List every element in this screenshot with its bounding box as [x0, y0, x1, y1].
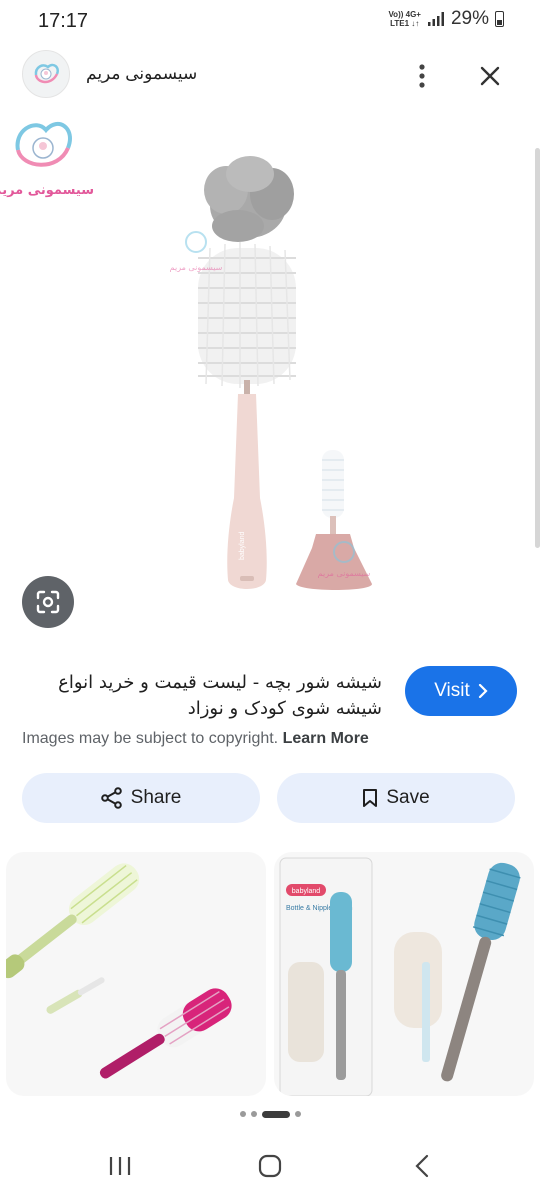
status-bar: 17:17 Vo)) 4G+ LTE1 ↓↑ 29% [0, 0, 540, 40]
pager-dot[interactable] [250, 1111, 257, 1117]
recents-icon [109, 1157, 131, 1175]
scrollbar[interactable] [535, 148, 540, 548]
network-label-top: Vo)) 4G+ [388, 10, 421, 19]
bookmark-icon [363, 789, 378, 807]
battery-icon [495, 11, 504, 27]
result-title[interactable]: شیشه شور بچه - لیست قیمت و خرید انواع شی… [22, 670, 382, 722]
visit-button[interactable]: Visit [405, 666, 517, 716]
brush-handle [227, 394, 267, 589]
image-watermark-1: سیسمونی مریم [170, 231, 223, 272]
related-image-1[interactable] [6, 852, 266, 1096]
image-pager [0, 1108, 540, 1120]
main-image[interactable]: سیسمونی مریم babyland سیسمونی مریم سیسمو… [0, 108, 540, 648]
close-icon [480, 66, 500, 86]
pager-dot[interactable] [239, 1111, 246, 1117]
brush-stem [244, 380, 250, 394]
more-options-button[interactable] [404, 58, 440, 94]
save-button[interactable]: Save [277, 773, 515, 823]
status-time: 17:17 [38, 10, 89, 32]
back-chevron-icon [415, 1154, 429, 1178]
save-label: Save [386, 787, 430, 808]
signal-icon [427, 12, 444, 26]
lens-search-button[interactable] [22, 576, 74, 628]
screen: 17:17 Vo)) 4G+ LTE1 ↓↑ 29% سیسمونی مریم … [0, 0, 540, 1200]
home-button[interactable] [250, 1151, 290, 1181]
pager-dot[interactable] [294, 1111, 301, 1117]
copyright-text: Images may be subject to copyright. [22, 730, 279, 747]
related-images: babyland Bottle & Nipple Brush [6, 852, 534, 1096]
related-image-2[interactable]: babyland Bottle & Nipple Brush [274, 852, 534, 1096]
home-icon [258, 1154, 282, 1178]
image-watermark-text-1: سیسمونی مریم [170, 263, 223, 272]
share-label: Share [130, 787, 182, 808]
image-watermark-text-2: سیسمونی مریم [318, 569, 371, 578]
network-label: Vo)) 4G+ LTE1 ↓↑ [388, 10, 421, 28]
related-brushes-image [6, 863, 232, 1079]
system-nav-bar [0, 1135, 540, 1200]
site-name[interactable]: سیسمونی مریم [86, 64, 197, 84]
copyright-notice: Images may be subject to copyright. Lear… [22, 730, 369, 748]
bottle-brush-image: سیسمونی مریم babyland سیسمونی مریم سیسمو… [0, 122, 372, 590]
pager-dot-active[interactable] [261, 1110, 290, 1118]
site-favicon[interactable] [22, 50, 70, 98]
handle-hole [240, 576, 254, 581]
result-header: سیسمونی مریم [0, 44, 540, 104]
share-button[interactable]: Share [22, 773, 260, 823]
recents-button[interactable] [100, 1151, 140, 1181]
related-package-image: babyland Bottle & Nipple Brush [279, 857, 521, 1096]
brush-handle-text: babyland [239, 531, 246, 560]
chevron-right-icon [478, 684, 488, 698]
sponge [204, 156, 294, 242]
lens-icon [36, 590, 60, 614]
battery-percent: 29% [450, 8, 489, 29]
site-logo-icon [34, 63, 59, 84]
close-button[interactable] [470, 56, 510, 96]
share-icon [100, 787, 122, 809]
watermark-logo-text: سیسمونی مریم [0, 183, 94, 198]
watermark-logo: سیسمونی مریم [0, 122, 94, 198]
visit-label: Visit [434, 680, 470, 701]
back-button[interactable] [402, 1151, 442, 1181]
package-brand-text: babyland [292, 888, 321, 895]
learn-more-link[interactable]: Learn More [283, 730, 369, 747]
more-vert-icon [419, 64, 425, 88]
status-indicators: Vo)) 4G+ LTE1 ↓↑ 29% [388, 8, 504, 30]
network-label-bottom: LTE1 ↓↑ [390, 19, 420, 28]
